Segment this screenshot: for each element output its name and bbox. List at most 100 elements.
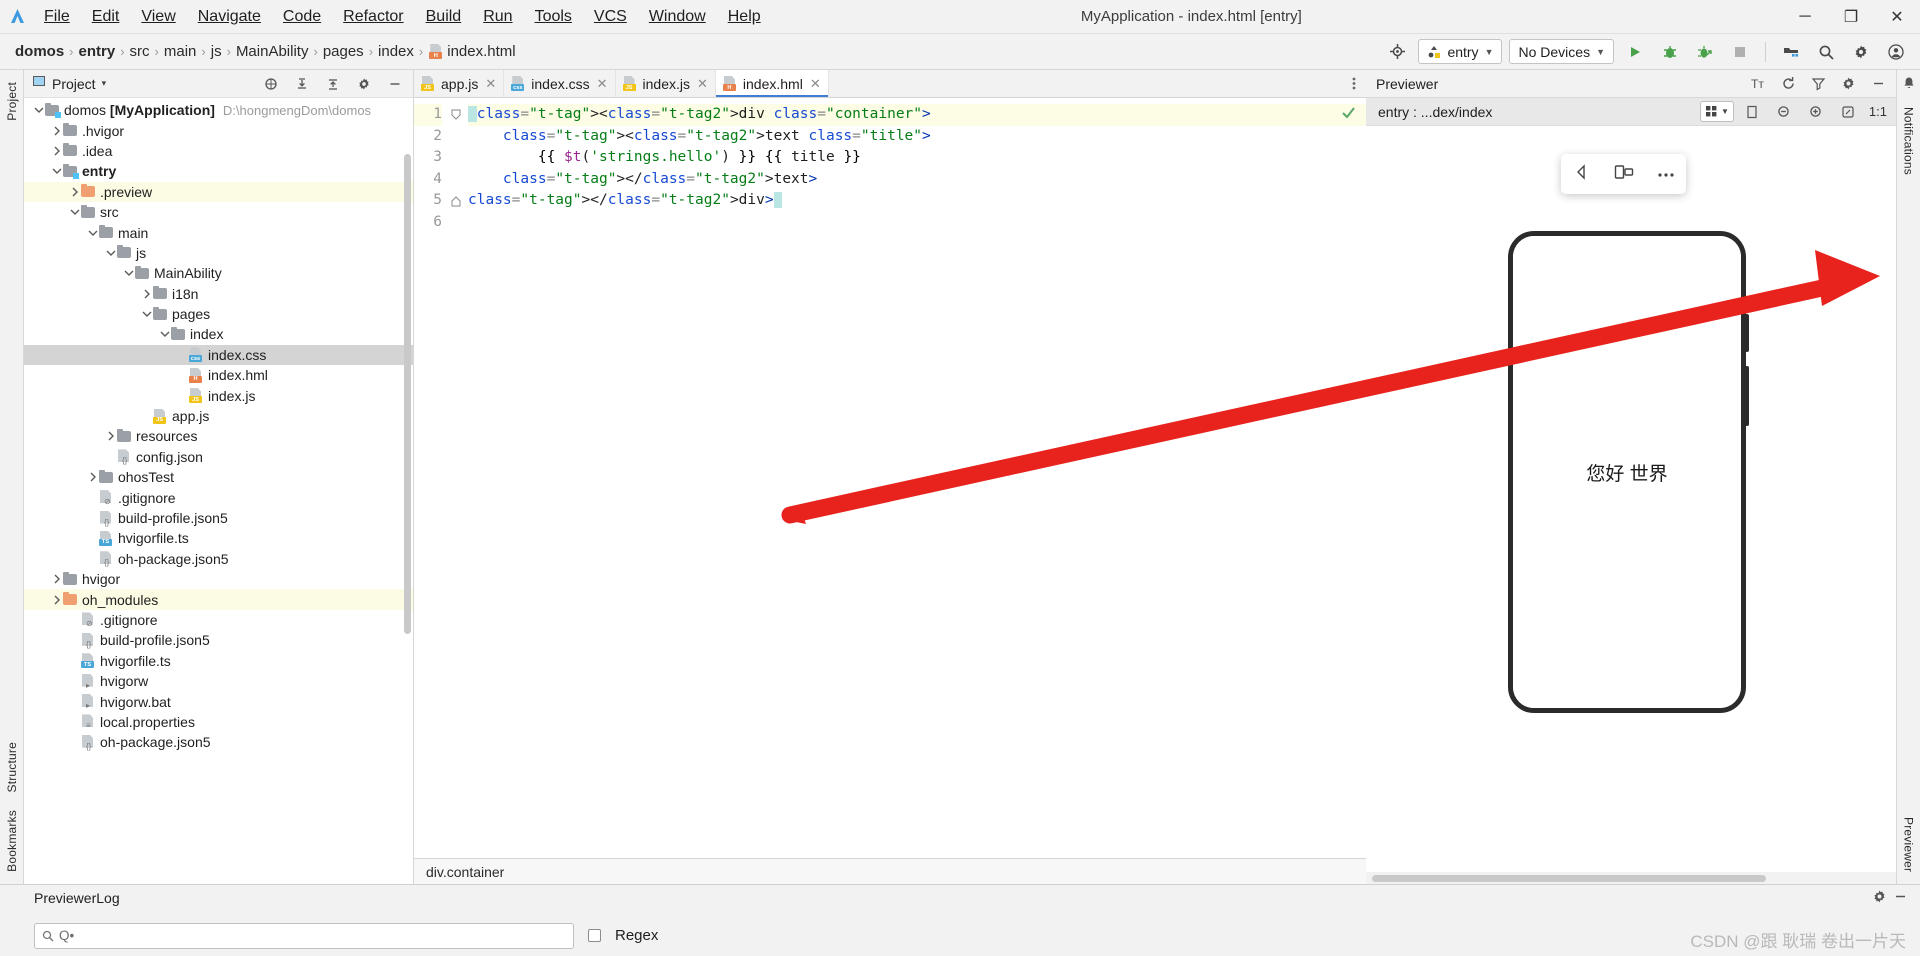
tree-expand-icon[interactable] [50, 125, 63, 137]
back-icon[interactable] [1573, 163, 1591, 186]
account-button[interactable] [1882, 38, 1910, 66]
frame-icon[interactable] [1738, 98, 1766, 126]
search-button[interactable] [1812, 38, 1840, 66]
tree-expand-icon[interactable] [86, 471, 99, 483]
previewer-hscrollbar[interactable] [1366, 872, 1896, 884]
regex-checkbox[interactable] [588, 929, 601, 942]
layout-selector[interactable]: ▼ [1700, 101, 1734, 122]
tree-row[interactable]: css index.css [24, 344, 413, 366]
tree-row[interactable]: domos [MyApplication] D:\hongmengDom\domo… [24, 100, 413, 120]
tree-row[interactable]: {} build-profile.json5 [24, 630, 413, 650]
expand-all-icon[interactable] [288, 70, 316, 98]
settings-button[interactable] [1847, 38, 1875, 66]
tree-collapse-icon[interactable] [86, 227, 99, 239]
tree-collapse-icon[interactable] [158, 328, 171, 340]
rail-tab-notifications[interactable]: Notifications [1900, 101, 1918, 181]
tree-collapse-icon[interactable] [50, 165, 63, 177]
tree-row[interactable]: .preview [24, 181, 413, 202]
code-editor[interactable]: 12 3 4 5 6 class="t-tag"><class="t-tag2">div… [414, 98, 1366, 858]
module-selector[interactable]: entry ▼ [1418, 39, 1503, 64]
rail-tab-previewer[interactable]: Previewer [1900, 811, 1918, 878]
editor-tab[interactable]: css index.css ✕ [504, 70, 616, 97]
inspection-ok-icon[interactable] [1341, 105, 1356, 124]
code-content[interactable]: class="t-tag"><class="t-tag2">div class=… [464, 98, 1366, 858]
profile-button[interactable] [1691, 38, 1719, 66]
tree-row[interactable]: JS app.js [24, 406, 413, 426]
tree-row[interactable]: MainAbility [24, 263, 413, 283]
menu-code[interactable]: Code [273, 5, 331, 29]
code-line[interactable]: class="t-tag"></class="t-tag2">text> [468, 169, 1366, 191]
editor-tab-bar[interactable]: JS app.js ✕ css index.css ✕ JS index.js ✕ Hindex.… [414, 70, 1366, 98]
run-button[interactable] [1621, 38, 1649, 66]
gear-icon[interactable] [350, 70, 378, 98]
debug-button[interactable] [1656, 38, 1684, 66]
menu-bar[interactable]: File Edit View Navigate Code Refactor Bu… [34, 5, 771, 29]
settings-icon[interactable] [1834, 70, 1862, 98]
breadcrumb-mainability[interactable]: MainAbility [233, 43, 312, 60]
menu-tools[interactable]: Tools [525, 5, 582, 29]
scale-label[interactable]: 1:1 [1866, 104, 1890, 119]
device-screen[interactable]: 您好 世界 [1513, 236, 1741, 708]
tree-collapse-icon[interactable] [32, 104, 45, 116]
notifications-bell-icon[interactable] [1902, 76, 1916, 95]
tree-row[interactable]: js [24, 243, 413, 263]
tree-expand-icon[interactable] [50, 594, 63, 606]
project-tree[interactable]: domos [MyApplication] D:\hongmengDom\domo… [24, 98, 413, 884]
tree-row[interactable]: oh_modules [24, 589, 413, 610]
breadcrumb-main[interactable]: main [161, 43, 200, 60]
editor-tab[interactable]: JS app.js ✕ [414, 70, 505, 97]
close-icon[interactable]: ✕ [483, 76, 496, 92]
tree-row[interactable]: .hvigor [24, 120, 413, 140]
tree-row[interactable]: i18n [24, 284, 413, 304]
tree-row[interactable]: ≡ local.properties [24, 712, 413, 732]
fold-marker-line1[interactable] [448, 104, 464, 126]
tree-row[interactable]: main [24, 222, 413, 242]
breadcrumb-entry[interactable]: entry [76, 43, 119, 60]
tree-row[interactable]: TS hvigorfile.ts [24, 528, 413, 548]
menu-build[interactable]: Build [416, 5, 472, 29]
maximize-button[interactable]: ❐ [1828, 0, 1874, 33]
breadcrumb-src[interactable]: src [127, 43, 153, 60]
hide-panel-icon[interactable] [1893, 889, 1908, 907]
tree-collapse-icon[interactable] [104, 247, 117, 259]
breadcrumb[interactable]: domos › entry › src › main › js › MainAb… [12, 43, 519, 60]
font-size-icon[interactable]: Tᴛ [1744, 70, 1772, 98]
tree-row[interactable]: TS hvigorfile.ts [24, 651, 413, 671]
code-line[interactable]: class="t-tag"></class="t-tag2">div> [468, 190, 1366, 212]
close-icon[interactable]: ✕ [595, 76, 608, 92]
tree-collapse-icon[interactable] [140, 308, 153, 320]
project-structure-button[interactable] [1777, 38, 1805, 66]
menu-navigate[interactable]: Navigate [188, 5, 271, 29]
zoom-in-icon[interactable] [1802, 98, 1830, 126]
locate-icon[interactable] [257, 70, 285, 98]
tree-row[interactable]: {} oh-package.json5 [24, 732, 413, 752]
menu-run[interactable]: Run [473, 5, 522, 29]
target-icon[interactable] [1383, 38, 1411, 66]
minimize-button[interactable]: ─ [1782, 0, 1828, 33]
tree-collapse-icon[interactable] [68, 206, 81, 218]
tree-expand-icon[interactable] [104, 430, 117, 442]
menu-view[interactable]: View [131, 5, 185, 29]
close-icon[interactable]: ✕ [695, 76, 708, 92]
tree-expand-icon[interactable] [50, 145, 63, 157]
code-line[interactable]: class="t-tag"><class="t-tag2">text class… [468, 126, 1366, 148]
tree-row[interactable]: index [24, 324, 413, 344]
tree-row[interactable]: entry [24, 161, 413, 181]
more-vertical-icon[interactable] [1342, 70, 1366, 97]
fold-marker-line5[interactable] [448, 190, 464, 212]
breadcrumb-index[interactable]: index [375, 43, 417, 60]
tree-row[interactable]: Hindex.hml [24, 365, 413, 385]
menu-file[interactable]: File [34, 5, 80, 29]
previewer-canvas[interactable]: 您好 世界 [1366, 126, 1896, 872]
hide-panel-icon[interactable] [381, 70, 409, 98]
close-button[interactable]: ✕ [1874, 0, 1920, 33]
tree-row[interactable]: ⊘ .gitignore [24, 610, 413, 630]
menu-edit[interactable]: Edit [82, 5, 130, 29]
editor-tab[interactable]: JS index.js ✕ [616, 70, 716, 97]
editor-tab[interactable]: Hindex.hml ✕ [715, 70, 829, 97]
log-search-input[interactable]: Q• [34, 922, 574, 949]
tree-collapse-icon[interactable] [122, 267, 135, 279]
breadcrumb-js[interactable]: js [208, 43, 225, 60]
tree-expand-icon[interactable] [140, 288, 153, 300]
tree-row[interactable]: src [24, 202, 413, 222]
